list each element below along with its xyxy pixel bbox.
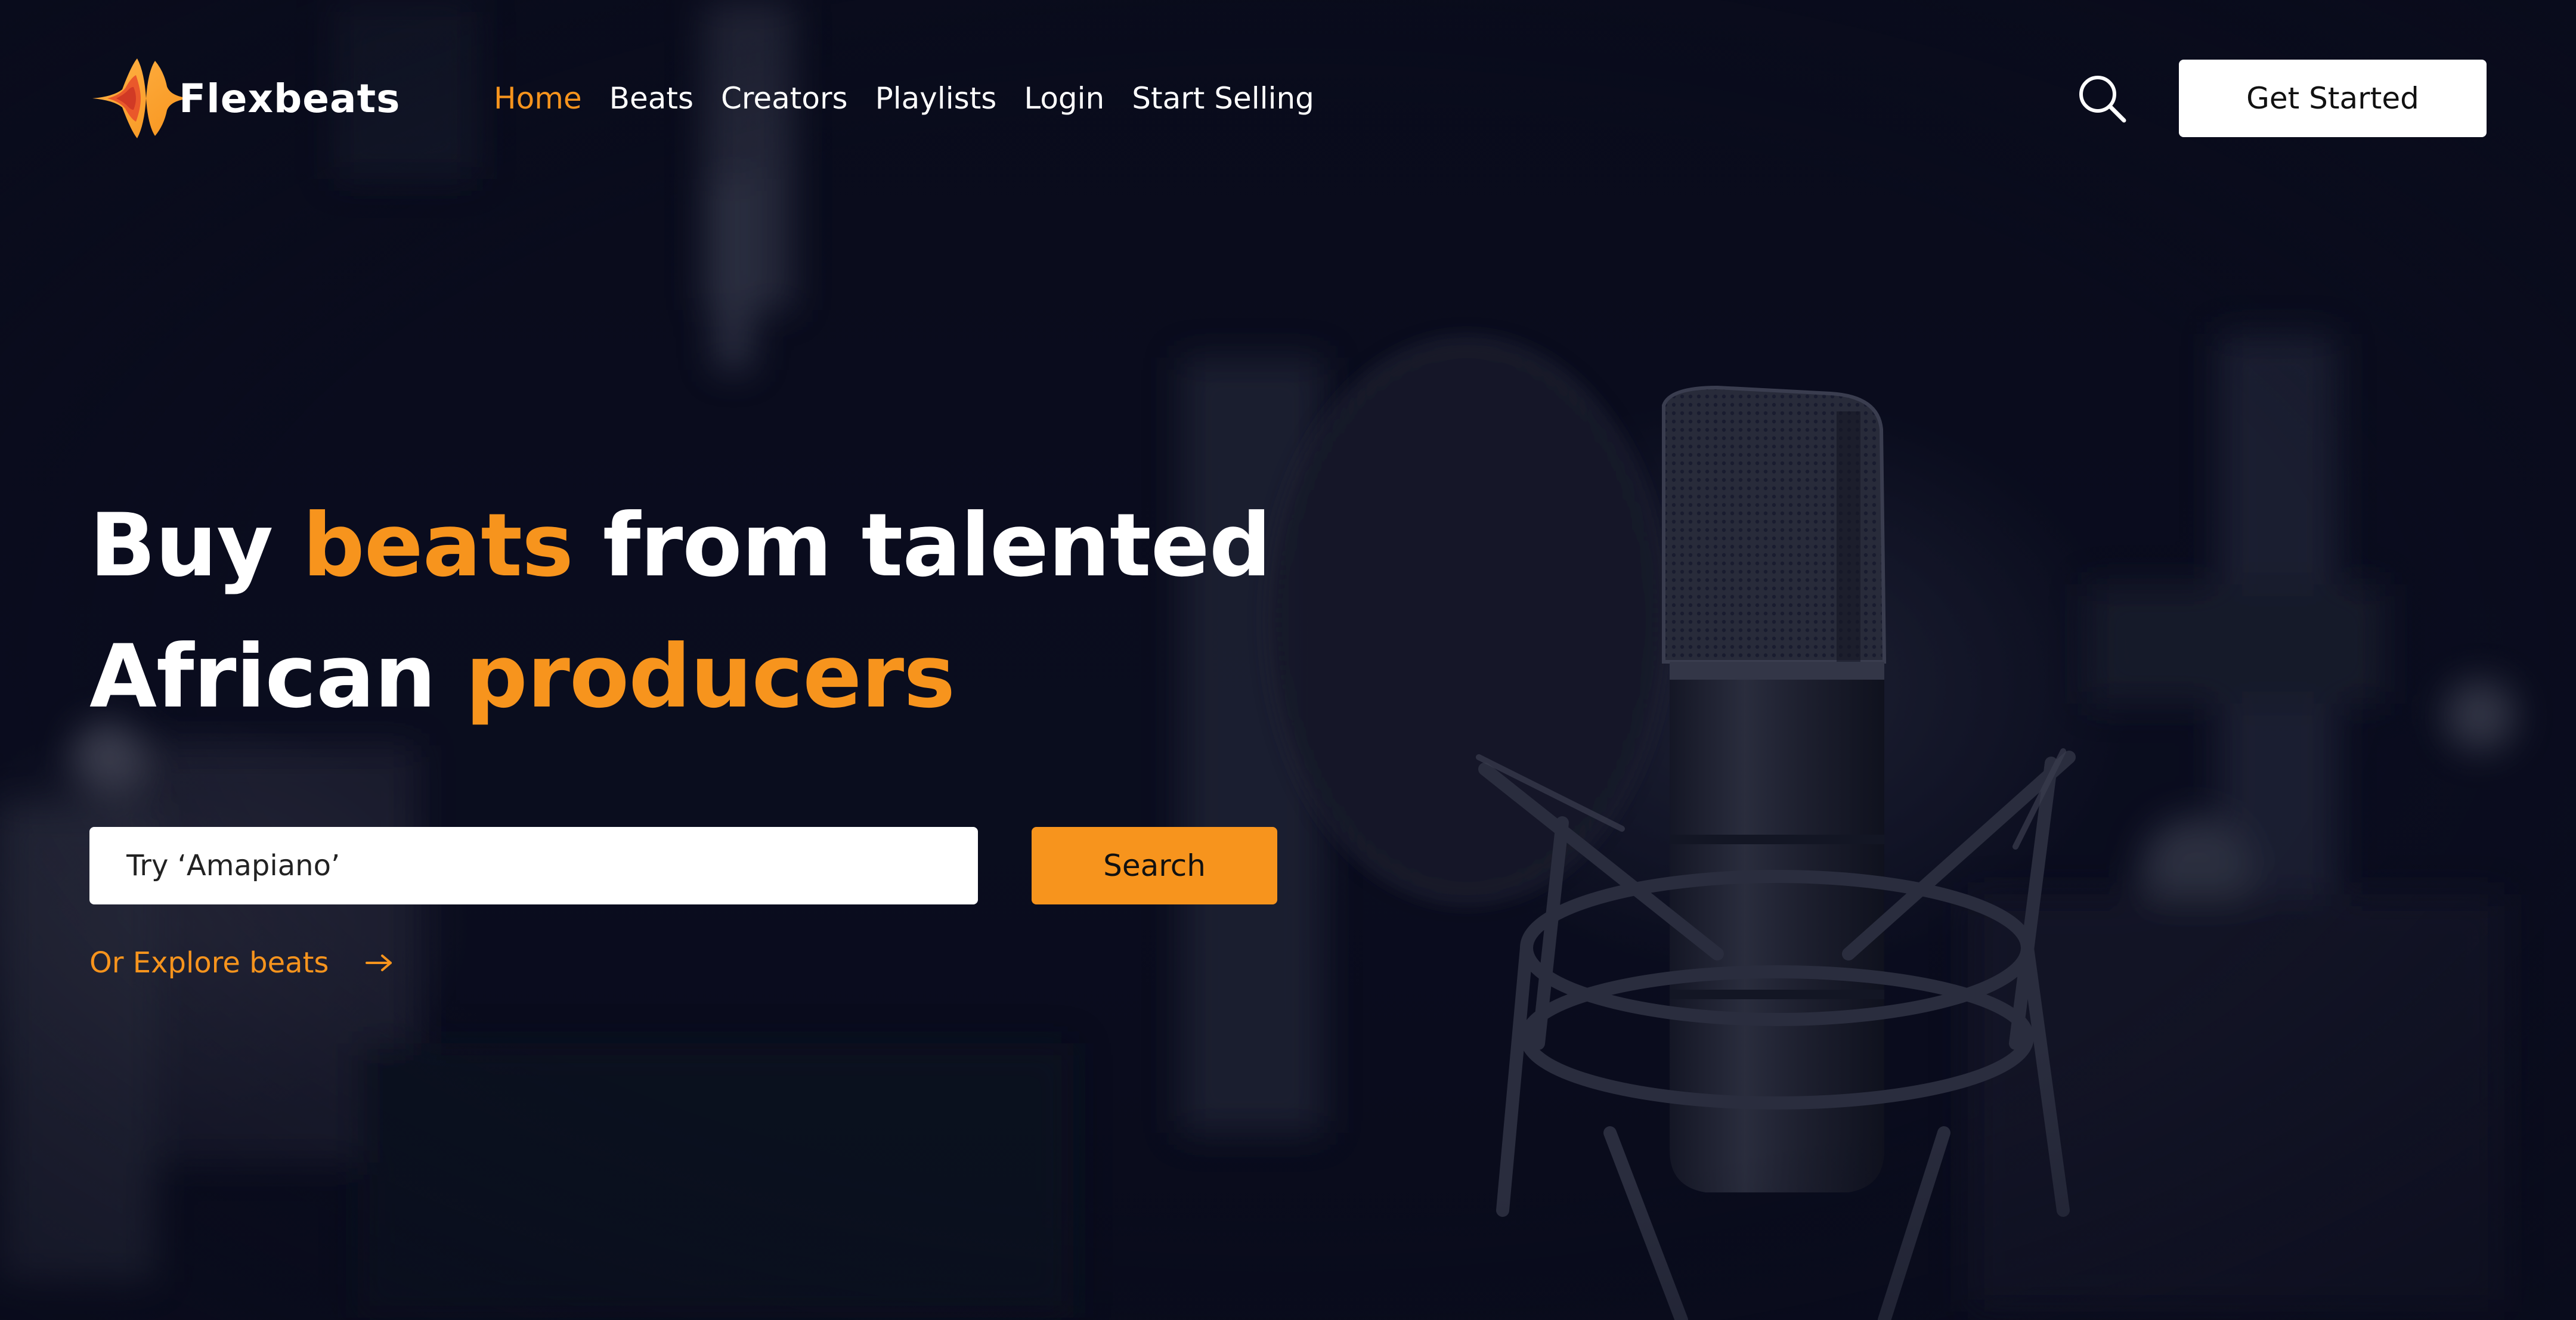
brand-name: Flexbeats [179, 75, 401, 122]
main-nav: Home Beats Creators Playlists Login Star… [494, 54, 1342, 143]
search-icon [2079, 76, 2126, 123]
nav-item-playlists[interactable]: Playlists [875, 81, 997, 116]
nav-item-beats[interactable]: Beats [609, 81, 693, 116]
headline-text: from talented [572, 495, 1271, 596]
get-started-button[interactable]: Get Started [2179, 60, 2487, 137]
headline-accent-producers: producers [465, 626, 955, 727]
explore-beats-link[interactable]: Or Explore beats [89, 942, 394, 984]
nav-item-login[interactable]: Login [1024, 81, 1104, 116]
headline-accent-beats: beats [302, 495, 574, 596]
arrow-right-icon [366, 955, 392, 971]
site-header: Flexbeats Home Beats Creators Playlists … [89, 54, 2487, 143]
beat-search-input[interactable] [125, 848, 942, 883]
headline-text: Buy [89, 495, 303, 596]
brand-logo[interactable]: Flexbeats [89, 54, 400, 143]
nav-item-start-selling[interactable]: Start Selling [1132, 81, 1314, 116]
hero-headline: Buy beats from talented African producer… [89, 480, 1342, 742]
header-search-button[interactable] [2075, 72, 2129, 125]
nav-item-home[interactable]: Home [494, 81, 582, 116]
headline-text: African [89, 626, 466, 727]
beat-search-field[interactable] [89, 827, 978, 904]
search-button[interactable]: Search [1032, 827, 1277, 904]
explore-beats-label: Or Explore beats [89, 946, 329, 980]
nav-item-creators[interactable]: Creators [721, 81, 848, 116]
